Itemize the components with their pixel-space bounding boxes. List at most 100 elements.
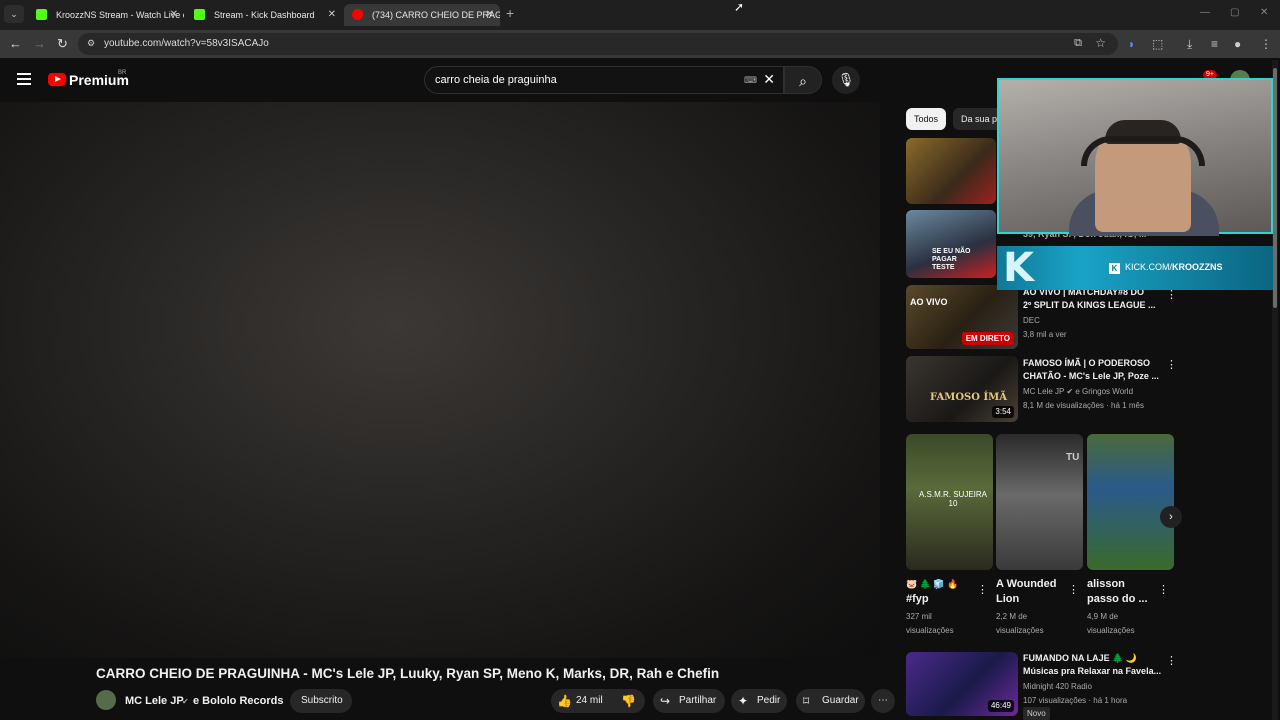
ask-button[interactable]: ✦ Pedir <box>731 689 787 713</box>
menu-icon[interactable] <box>17 73 31 85</box>
thumbnail-text: FAMOSO ÍMÃ <box>930 392 1007 403</box>
reload-icon[interactable]: ↻ <box>57 36 68 52</box>
share-icon: ↪ <box>660 694 671 708</box>
profile-avatar-icon[interactable]: ● <box>1234 37 1241 51</box>
logo-region: BR <box>118 70 127 76</box>
channel-collab: e Gringos World <box>1075 387 1134 396</box>
tab-youtube-video[interactable]: (734) CARRO CHEIO DE PRAGUIN ✕ <box>344 4 500 26</box>
short-title-line2[interactable]: Lion <box>996 593 1019 606</box>
save-button[interactable]: ⌑ Guardar <box>796 689 865 713</box>
extensions-icon[interactable]: ⬚ <box>1152 37 1163 51</box>
close-tab-icon[interactable]: ✕ <box>328 4 336 26</box>
url-text: youtube.com/watch?v=58v3ISACAJo <box>104 38 269 49</box>
related-title-line2[interactable]: CHATÃO - MC's Lele JP, Poze ... <box>1023 370 1159 383</box>
sparkle-icon: ✦ <box>738 694 749 708</box>
kebab-icon[interactable]: ⋮ <box>977 583 988 596</box>
subscribe-button[interactable]: Subscrito <box>290 689 352 713</box>
short-title[interactable]: alisson <box>1087 578 1125 591</box>
browser-menu-icon[interactable]: ⋮ <box>1260 37 1272 51</box>
channel-avatar[interactable] <box>96 690 116 710</box>
new-tab-button[interactable]: + <box>506 5 514 21</box>
kick-favicon-icon <box>36 9 47 20</box>
maximize-icon[interactable]: ▢ <box>1230 7 1239 18</box>
related-thumbnail[interactable] <box>906 138 996 204</box>
related-title-line2[interactable]: Músicas pra Relaxar na Favela... <box>1023 665 1161 678</box>
chevron-right-icon[interactable]: › <box>1160 506 1182 528</box>
tab-search-icon[interactable]: ⌄ <box>4 5 24 23</box>
clear-search-icon[interactable]: ✕ <box>763 71 775 88</box>
search-icon[interactable]: ⌕ <box>784 66 822 94</box>
address-bar[interactable]: ⚙ youtube.com/watch?v=58v3ISACAJo ⧉ ☆ <box>78 33 1118 55</box>
share-button[interactable]: ↪ Partilhar <box>653 689 725 713</box>
headphones-icon <box>1081 136 1205 166</box>
channel-name[interactable]: MC Lele JP <box>125 695 184 707</box>
related-title[interactable]: FUMANDO NA LAJE 🌲 🌙 <box>1023 652 1137 665</box>
related-channel[interactable]: MC Lele JP ✔ e Gringos World <box>1023 385 1133 398</box>
dislike-icon[interactable]: 👎 <box>621 689 636 713</box>
keyboard-icon[interactable]: ⌨ <box>744 75 757 86</box>
video-player[interactable] <box>0 102 880 658</box>
related-thumbnail[interactable]: FAMOSO ÍMÃ 3:54 <box>906 356 1018 422</box>
short-title-line2[interactable]: #fyp <box>906 593 929 606</box>
related-title[interactable]: FAMOSO ÍMÃ | O PODEROSO <box>1023 357 1150 370</box>
kebab-icon[interactable]: ⋮ <box>1158 583 1169 596</box>
browser-tab-strip: ⌄ KroozzNS Stream - Watch Live o ✕ Strea… <box>0 0 1280 30</box>
short-views-line2: visualizações <box>996 626 1044 635</box>
kick-logo: K <box>1003 245 1034 291</box>
like-icon[interactable]: 👍 <box>557 689 572 713</box>
search-input[interactable]: carro cheia de praguinha ⌨ ✕ <box>424 66 784 94</box>
more-actions-button[interactable]: ⋯ <box>871 689 895 713</box>
short-title-line2[interactable]: passo do ... <box>1087 593 1148 606</box>
kick-url: KICK.COM/KROOZZNS <box>1125 262 1223 272</box>
search-query: carro cheia de praguinha <box>435 74 557 86</box>
minimize-icon[interactable]: — <box>1200 7 1210 18</box>
kebab-icon[interactable]: ⋮ <box>1166 654 1177 667</box>
short-thumbnail[interactable]: A.S.M.R. SUJEIRA 10 <box>906 434 993 570</box>
more-icon: ⋯ <box>878 695 888 706</box>
related-channel[interactable]: Midnight 420 Radio <box>1023 680 1092 693</box>
youtube-favicon-icon <box>352 9 363 20</box>
share-label: Partilhar <box>679 695 717 706</box>
kebab-icon[interactable]: ⋮ <box>1166 358 1177 371</box>
related-channel[interactable]: DEC <box>1023 314 1040 327</box>
verified-check-icon: ✔ <box>182 697 189 706</box>
scrollbar-thumb[interactable] <box>1273 68 1277 308</box>
ask-label: Pedir <box>757 695 781 706</box>
close-tab-icon[interactable]: ✕ <box>486 4 494 26</box>
tab-kick-dashboard[interactable]: Stream - Kick Dashboard ✕ <box>186 4 342 26</box>
extension-audio-icon[interactable]: ◗ <box>1128 37 1135 51</box>
short-views: 2,2 M de <box>996 612 1028 621</box>
forward-icon[interactable]: → <box>33 36 46 51</box>
browser-toolbar: ← → ↻ ⚙ youtube.com/watch?v=58v3ISACAJo … <box>0 30 1280 58</box>
download-icon[interactable]: ⤓ <box>1187 37 1192 52</box>
short-views-line2: visualizações <box>906 626 954 635</box>
back-icon[interactable]: ← <box>9 36 22 51</box>
related-thumbnail[interactable]: 46:49 <box>906 652 1018 716</box>
short-thumbnail[interactable]: TU <box>996 434 1083 570</box>
related-thumbnail[interactable]: SE EU NÃO PAGAR TESTE <box>906 210 996 278</box>
install-app-icon[interactable]: ⧉ <box>1074 37 1082 50</box>
channel-name: MC Lele JP <box>1023 387 1065 396</box>
like-count: 24 mil <box>576 695 603 706</box>
channel-collab[interactable]: e Bololo Records <box>193 695 283 707</box>
like-dislike-group: 👍 24 mil 👎 <box>551 689 645 713</box>
short-thumbnail[interactable] <box>1087 434 1174 570</box>
tab-kick-stream[interactable]: KroozzNS Stream - Watch Live o ✕ <box>28 4 184 26</box>
chip-all[interactable]: Todos <box>906 108 947 130</box>
short-title[interactable]: 🐷 🌲 🧊 🔥 <box>906 578 958 591</box>
media-queue-icon[interactable]: ≡ <box>1211 37 1218 51</box>
tab-title: KroozzNS Stream - Watch Live o <box>56 10 184 20</box>
close-tab-icon[interactable]: ✕ <box>170 4 178 26</box>
short-title[interactable]: A Wounded <box>996 578 1057 591</box>
close-window-icon[interactable]: ✕ <box>1260 7 1268 18</box>
mic-icon[interactable]: 🎙 <box>832 66 860 94</box>
related-title-line2[interactable]: 2º SPLIT DA KINGS LEAGUE ... <box>1023 299 1155 312</box>
bookmark-star-icon[interactable]: ☆ <box>1095 36 1106 50</box>
youtube-logo-icon[interactable] <box>48 73 66 86</box>
kebab-icon[interactable]: ⋮ <box>1068 583 1079 596</box>
related-meta: 8,1 M de visualizações · há 1 mês <box>1023 401 1144 410</box>
related-thumbnail[interactable]: AO VIVO EM DIRETO <box>906 285 1018 349</box>
short-views-line2: visualizações <box>1087 626 1135 635</box>
site-info-icon[interactable]: ⚙ <box>87 38 95 49</box>
new-badge: Novo <box>1023 707 1050 720</box>
